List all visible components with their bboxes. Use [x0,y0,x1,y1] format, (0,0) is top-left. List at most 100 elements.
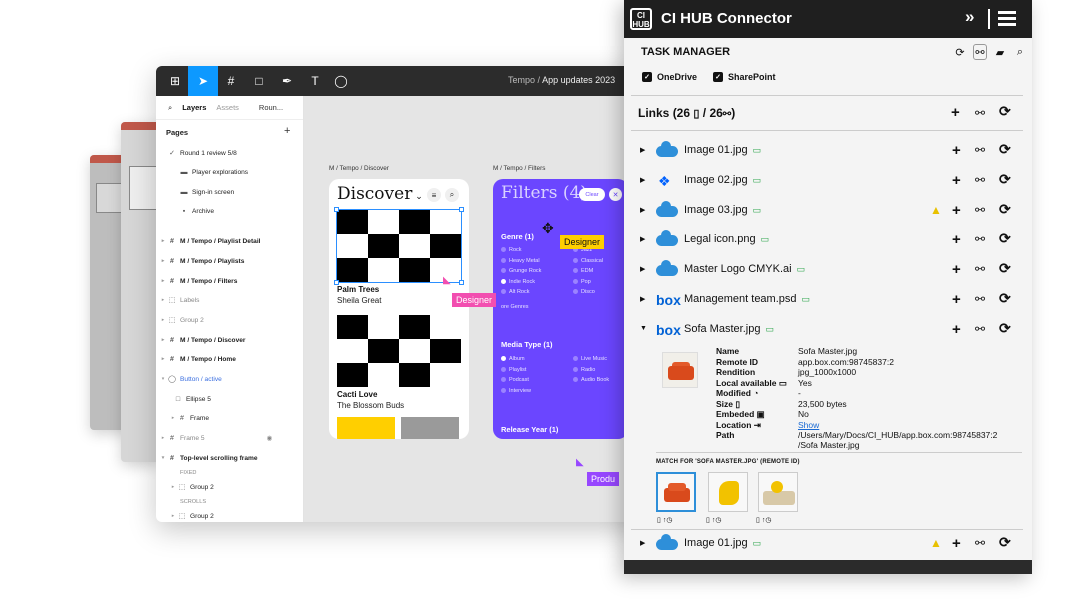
expand-icon[interactable]: ▶ [640,235,645,243]
design-canvas[interactable]: M / Tempo / Discover M / Tempo / Filters… [304,96,656,522]
genre-option[interactable]: Rock [501,247,522,253]
asset-thumbnail[interactable] [662,352,698,388]
match-thumbnail[interactable] [758,472,798,512]
sync-icon[interactable]: ⟳ [999,260,1011,277]
relink-icon[interactable]: ⚯ [975,173,985,187]
layer-row[interactable]: ▸ ⬚ Group 2 [156,507,304,522]
expand-icon[interactable]: ▾ [158,455,168,461]
checkbox-checked-icon[interactable]: ✓ [713,72,723,82]
link-row[interactable]: ▶ Image 03.jpg ▭ ▲ + ⚯ ⟳ [624,199,1032,223]
pen-tool-icon[interactable]: ✒ [272,66,302,96]
expand-icon[interactable]: ▸ [168,415,178,421]
resize-handle[interactable] [459,207,464,212]
link-row[interactable]: ▶ Legal icon.png ▭ + ⚯ ⟳ [624,228,1032,252]
shape-tool-icon[interactable]: □ [244,66,274,96]
page-item[interactable]: ▬ Player explorations [156,163,304,181]
page-item[interactable]: ✓ Round 1 review 5/8 [156,144,304,162]
relink-icon[interactable]: ⚯ [975,143,985,157]
expand-icon[interactable]: ▶ [640,206,645,214]
layer-row[interactable]: ▸ ⬚ Labels [156,291,304,309]
sync-all-icon[interactable]: ⟳ [999,103,1011,120]
expand-icon[interactable]: ▸ [158,337,168,343]
link-row-expanded[interactable]: ▼ box Sofa Master.jpg ▭ + ⚯ ⟳ [624,318,1032,342]
link-row[interactable]: ▶ box Management team.psd ▭ + ⚯ ⟳ [624,288,1032,312]
expand-icon[interactable]: ▶ [640,295,645,303]
warning-icon[interactable]: ▲ [930,536,942,550]
filters-frame[interactable]: Filters (4) Clear ✕ Genre (1) Rock Heavy… [493,179,628,439]
frame-label-discover[interactable]: M / Tempo / Discover [329,165,389,172]
comment-tool-icon[interactable]: ◯ [326,66,356,96]
expand-icon[interactable]: ▶ [640,146,645,154]
add-page-icon[interactable]: + [284,125,290,137]
layer-row[interactable]: ▸ # M / Tempo / Playlist Detail [156,232,304,250]
expand-icon[interactable]: ▸ [168,513,178,519]
match-actions[interactable]: ▯ ↑◷ [657,516,672,524]
filter-icon[interactable]: ≡ [427,188,441,202]
relink-icon[interactable]: ⚯ [975,262,985,276]
link-row[interactable]: ▶ ❖ Image 02.jpg ▭ + ⚯ ⟳ [624,169,1032,193]
link-icon[interactable]: ⚯ [973,44,987,60]
search-icon[interactable]: ⌕ [168,103,172,113]
layer-row[interactable]: ▸ # Frame [156,409,304,427]
genre-option-selected[interactable]: Indie Rock [501,279,535,285]
media-option[interactable]: Interview [501,388,531,394]
expand-icon[interactable]: ▸ [158,258,168,264]
expand-icon[interactable]: ▸ [158,297,168,303]
album-art-selected[interactable] [334,207,464,285]
layer-row[interactable]: ▸ ⬚ Group 2 [156,311,304,329]
frame-label-filters[interactable]: M / Tempo / Filters [493,165,545,172]
place-icon[interactable]: + [952,172,961,189]
album-art[interactable] [337,315,461,387]
expand-icon[interactable]: ▸ [158,238,168,244]
sync-icon[interactable]: ⟳ [999,320,1011,337]
folder-icon[interactable]: ▰ [993,44,1007,60]
match-actions[interactable]: ▯ ↑◷ [756,516,771,524]
search-icon[interactable]: ⌕ [445,188,459,202]
checkbox-checked-icon[interactable]: ✓ [642,72,652,82]
genre-option[interactable]: Grunge Rock [501,268,541,274]
genre-option[interactable]: Alt Rock [501,289,529,295]
layer-row[interactable]: ▸ # M / Tempo / Filters [156,272,304,290]
link-row[interactable]: ▶ Image 01.jpg ▭ + ⚯ ⟳ [624,139,1032,163]
page-selector[interactable]: Roun... [259,103,283,112]
media-option-selected[interactable]: Album [501,356,525,362]
page-item[interactable]: ▪ Archive [156,202,304,220]
expand-icon[interactable]: ▸ [158,435,168,441]
expand-icon[interactable]: ▸ [158,356,168,362]
clear-button[interactable]: Clear [579,188,605,201]
expand-icon[interactable]: ▸ [158,278,168,284]
layer-row[interactable]: ▾ ◯ Button / active [156,370,304,388]
hamburger-menu-icon[interactable] [998,11,1016,29]
warning-icon[interactable]: ▲ [930,203,942,217]
expand-icon[interactable]: ▶ [640,539,645,547]
file-breadcrumb[interactable]: Tempo / App updates 2023 [508,75,615,85]
genre-option[interactable]: Pop [573,279,591,285]
place-icon[interactable]: + [952,291,961,308]
visibility-icon[interactable]: ◉ [267,434,273,442]
frame-tool-icon[interactable]: # [216,66,246,96]
media-option[interactable]: Audio Book [573,377,609,383]
layer-row[interactable]: ▸ # M / Tempo / Playlists [156,252,304,270]
figma-menu-icon[interactable]: ⊞ [160,66,190,96]
layer-row[interactable]: □ Ellipse 5 [156,390,304,408]
resize-handle[interactable] [334,207,339,212]
match-thumbnail[interactable] [708,472,748,512]
media-option[interactable]: Playlist [501,367,526,373]
resize-handle[interactable] [459,280,464,285]
sync-icon[interactable]: ⟳ [999,201,1011,218]
relink-icon[interactable]: ⚯ [975,203,985,217]
match-actions[interactable]: ▯ ↑◷ [706,516,721,524]
expand-icon[interactable]: ▾ [158,376,168,382]
more-genres-link[interactable]: ore Genres [501,304,529,310]
search-icon[interactable]: ⌕ [1013,44,1027,60]
move-tool-icon[interactable]: ➤ [188,66,218,96]
discover-frame[interactable]: Discover ⌄ ≡ ⌕ Palm Trees Sheila Great C… [329,179,469,439]
place-icon[interactable]: + [952,202,961,219]
close-icon[interactable]: ✕ [609,188,622,201]
relink-icon[interactable]: ⚯ [975,322,985,336]
page-item[interactable]: ▬ Sign-in screen [156,183,304,201]
source-sharepoint[interactable]: ✓ SharePoint [713,72,776,82]
link-row[interactable]: ▶ Image 01.jpg ▭ ▲ + ⚯ ⟳ [624,532,1032,556]
collapse-icon[interactable]: » [965,7,974,27]
place-icon[interactable]: + [952,321,961,338]
